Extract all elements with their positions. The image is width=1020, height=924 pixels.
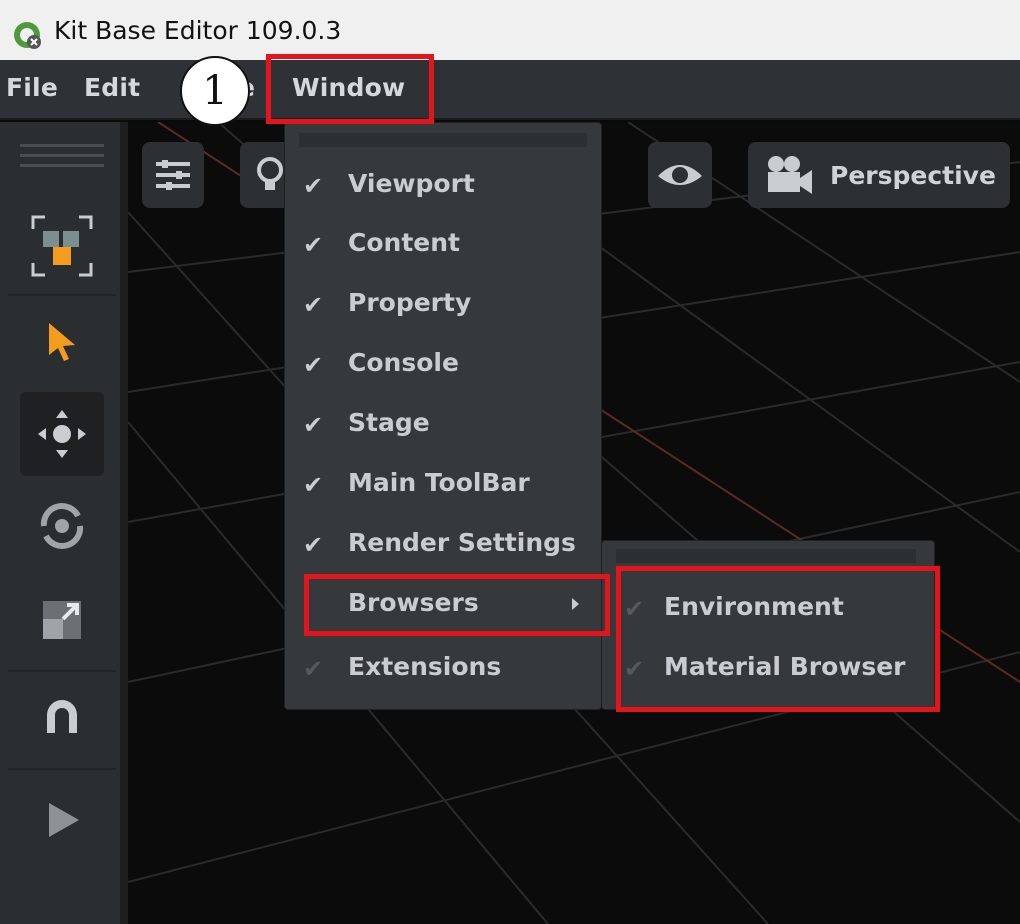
viewport-settings-button[interactable] bbox=[142, 142, 204, 208]
select-arrow-icon bbox=[49, 323, 75, 361]
check-icon: ✔ bbox=[303, 655, 324, 683]
menu-item-label: Main ToolBar bbox=[348, 468, 530, 497]
check-icon: ✔ bbox=[303, 531, 324, 559]
snap-magnet-icon bbox=[47, 700, 77, 733]
menu-item-viewport[interactable]: ✔ Viewport bbox=[285, 156, 603, 216]
toolbar-grip[interactable] bbox=[20, 164, 104, 167]
left-toolbar bbox=[0, 122, 120, 924]
menu-item-label: Stage bbox=[348, 408, 430, 437]
menu-item-content[interactable]: ✔ Content bbox=[285, 215, 603, 275]
menu-file[interactable]: File bbox=[6, 73, 58, 102]
selection-mode-icon bbox=[31, 215, 93, 277]
toolbar-grip[interactable] bbox=[20, 154, 104, 157]
menu-item-extensions[interactable]: ✔ Extensions bbox=[285, 639, 603, 699]
selection-mode-tool[interactable] bbox=[20, 204, 104, 288]
menu-bar: File Edit e Window bbox=[0, 60, 1020, 120]
step-callout: 1 bbox=[180, 56, 250, 126]
check-icon: ✔ bbox=[303, 172, 324, 200]
rotate-icon bbox=[40, 503, 84, 549]
menu-item-property[interactable]: ✔ Property bbox=[285, 275, 603, 335]
select-tool[interactable] bbox=[20, 300, 104, 384]
toolbar-separator bbox=[8, 670, 116, 672]
menu-tearoff[interactable] bbox=[299, 133, 587, 147]
eye-icon bbox=[658, 165, 702, 185]
check-icon: ✔ bbox=[303, 351, 324, 379]
snap-tool[interactable] bbox=[20, 676, 104, 760]
play-tool[interactable] bbox=[20, 778, 104, 862]
omniverse-logo-icon bbox=[14, 22, 41, 49]
toolbar-separator bbox=[8, 294, 116, 296]
visibility-button[interactable] bbox=[648, 142, 712, 208]
scale-tool[interactable] bbox=[20, 578, 104, 662]
move-icon bbox=[38, 410, 86, 458]
title-bar: Kit Base Editor 109.0.3 bbox=[0, 0, 1020, 60]
toolbar-splitter[interactable] bbox=[120, 122, 128, 924]
highlight-browsers-submenu bbox=[616, 566, 940, 712]
submenu-tearoff[interactable] bbox=[616, 549, 916, 563]
rotate-tool[interactable] bbox=[20, 484, 104, 568]
toolbar-separator bbox=[8, 768, 116, 770]
check-icon: ✔ bbox=[303, 411, 324, 439]
highlight-window-menu bbox=[266, 54, 434, 124]
menu-item-console[interactable]: ✔ Console bbox=[285, 335, 603, 395]
menu-item-label: Content bbox=[348, 228, 460, 257]
camera-icon bbox=[768, 156, 812, 194]
menu-item-label: Extensions bbox=[348, 652, 502, 681]
settings-sliders-icon bbox=[156, 160, 190, 190]
camera-perspective-button[interactable]: Perspective bbox=[748, 142, 1010, 208]
menu-item-label: Console bbox=[348, 348, 459, 377]
camera-label: Perspective bbox=[830, 160, 996, 190]
menu-item-label: Property bbox=[348, 288, 472, 317]
menu-item-main-toolbar[interactable]: ✔ Main ToolBar bbox=[285, 455, 603, 515]
menu-item-render-settings[interactable]: ✔ Render Settings bbox=[285, 515, 603, 575]
move-tool[interactable] bbox=[20, 392, 104, 476]
menu-item-label: Render Settings bbox=[348, 528, 576, 557]
highlight-browsers-item bbox=[304, 574, 610, 636]
check-icon: ✔ bbox=[303, 471, 324, 499]
toolbar-grip[interactable] bbox=[20, 144, 104, 147]
menu-item-label: Viewport bbox=[348, 169, 475, 198]
check-icon: ✔ bbox=[303, 291, 324, 319]
scale-icon bbox=[43, 601, 81, 639]
menu-edit[interactable]: Edit bbox=[84, 73, 140, 102]
check-icon: ✔ bbox=[303, 231, 324, 259]
menu-item-stage[interactable]: ✔ Stage bbox=[285, 395, 603, 455]
play-icon bbox=[49, 803, 79, 837]
window-title: Kit Base Editor 109.0.3 bbox=[54, 16, 342, 45]
